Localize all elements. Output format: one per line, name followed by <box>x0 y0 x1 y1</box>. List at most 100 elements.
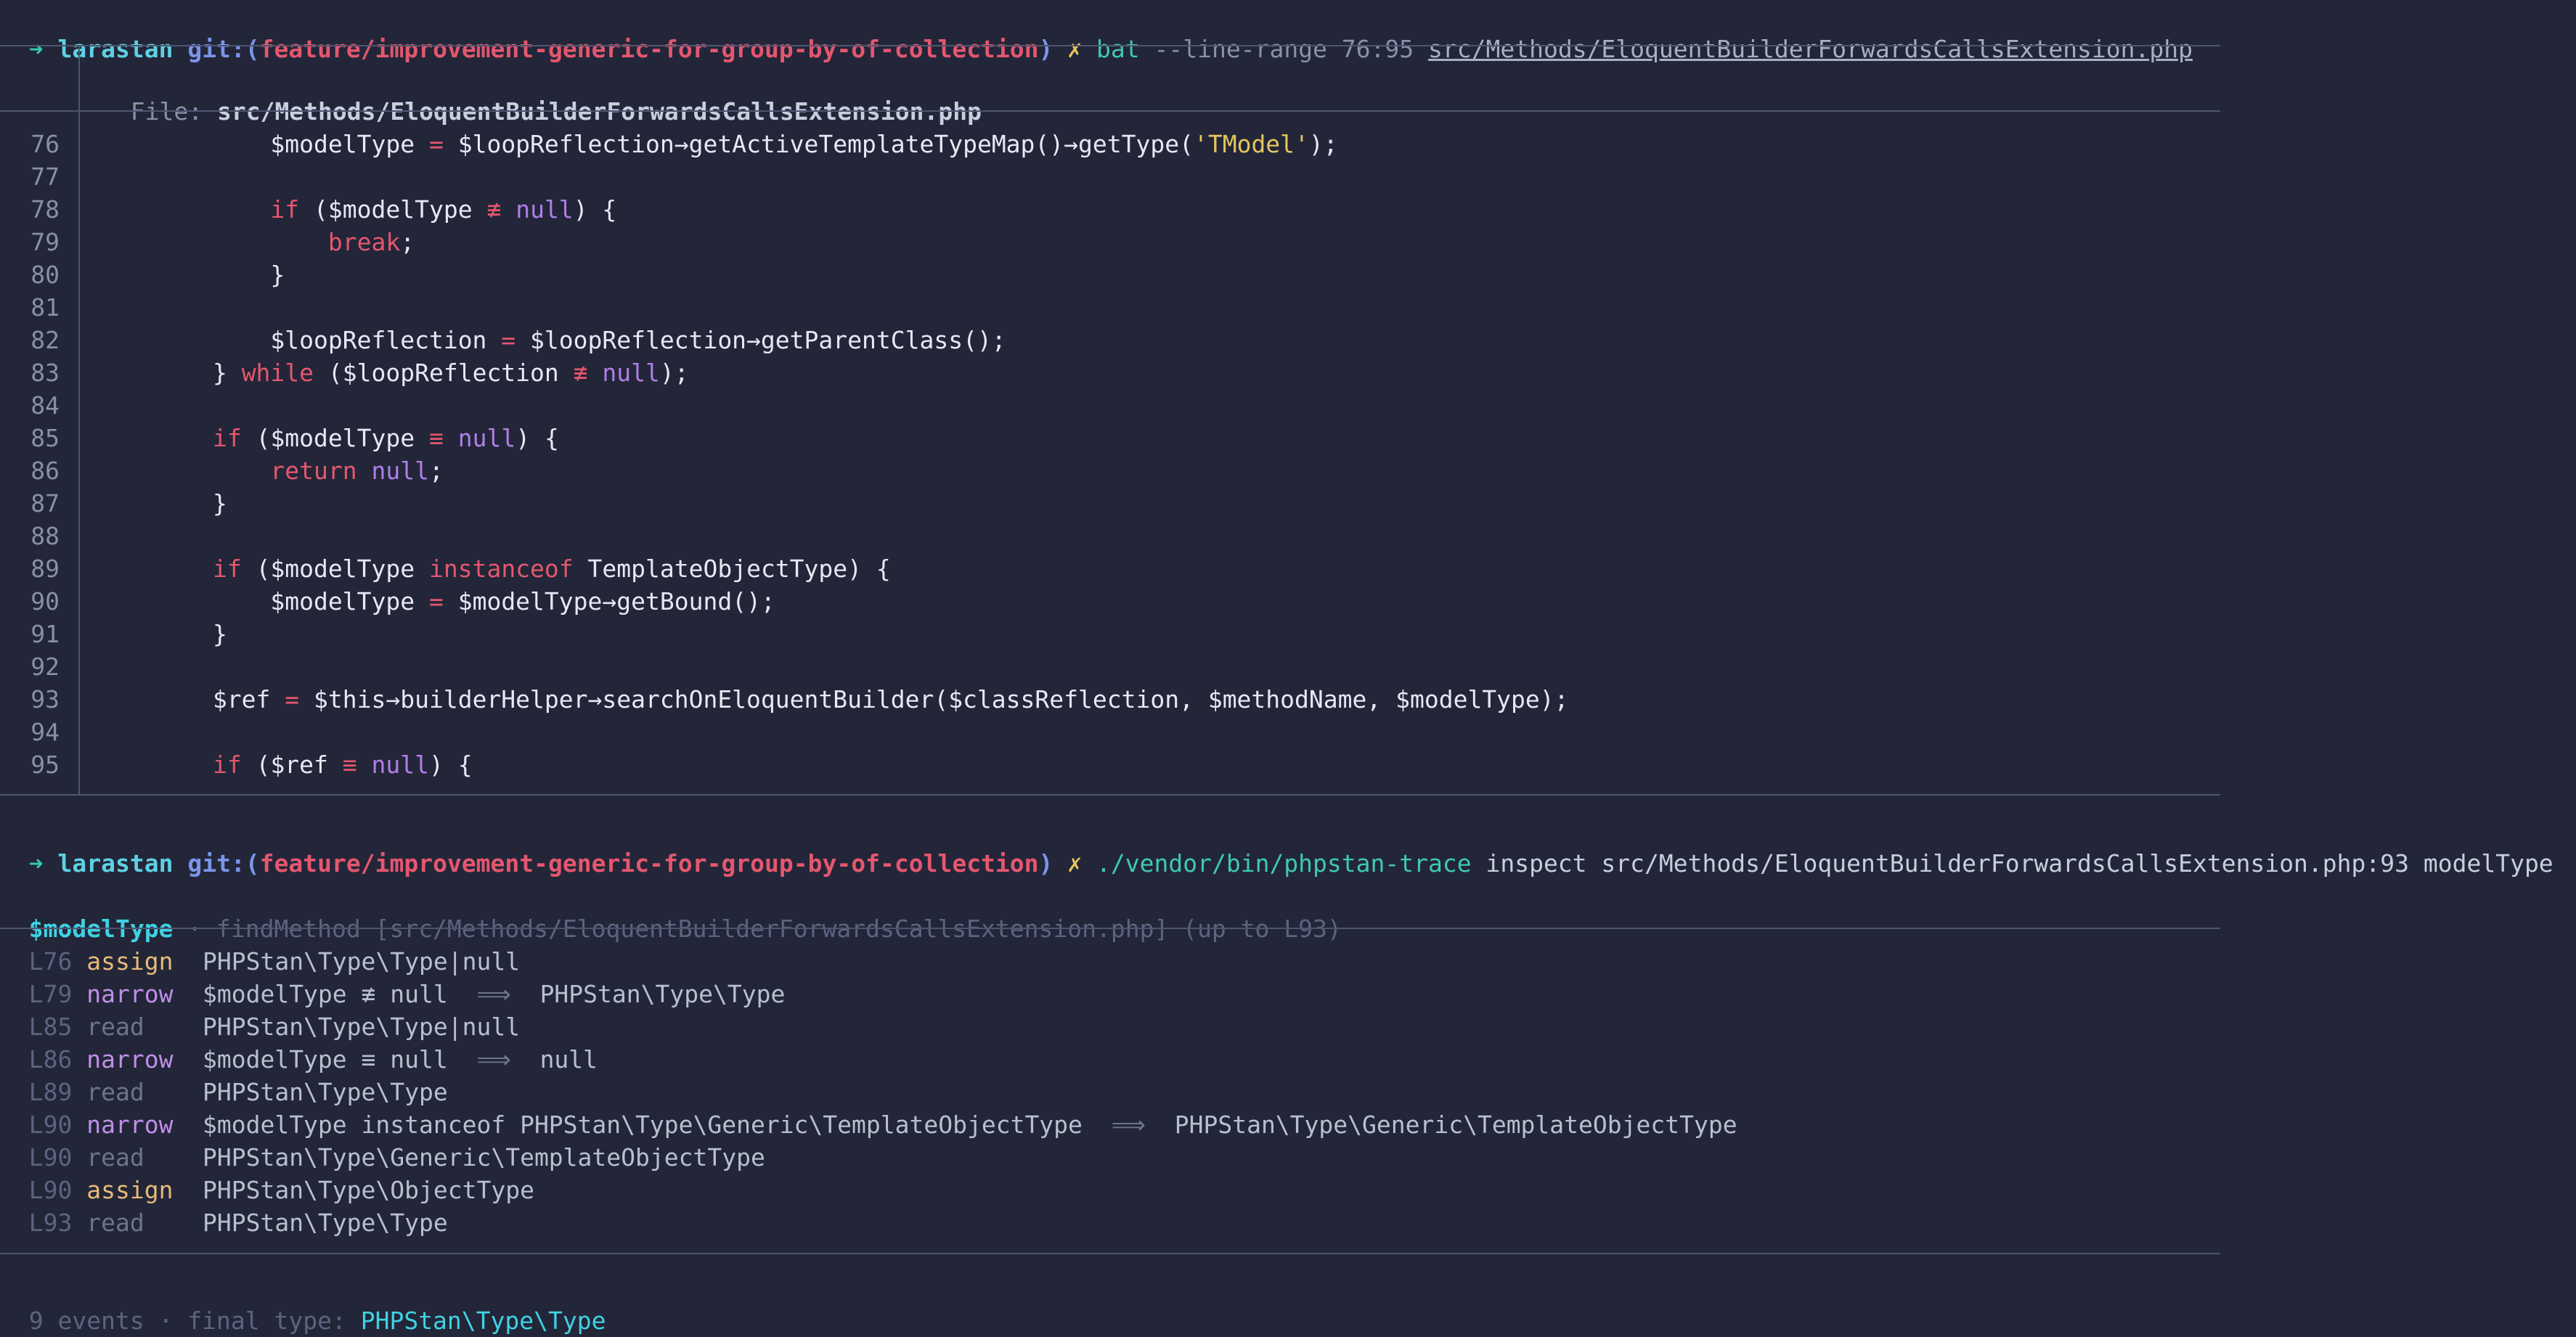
event-line: L90 <box>28 1176 73 1204</box>
event-type: PHPStan\Type\Type|null <box>202 947 521 976</box>
event-kind: narrow <box>86 1045 174 1074</box>
summary-prefix: 9 events · final type: <box>28 1307 361 1335</box>
code-token: null <box>515 195 574 224</box>
code-token: ($modelType <box>241 424 429 452</box>
git-suffix: ) <box>1038 849 1053 878</box>
final-type: PHPStan\Type\Type <box>360 1307 606 1335</box>
code-line: } <box>97 258 285 291</box>
code-line: if ($ref ≡ null) { <box>97 748 473 781</box>
repo-name: larastan <box>57 849 174 878</box>
line-number: 94 <box>30 718 60 746</box>
git-branch: feature/improvement-generic-for-group-by… <box>259 35 1039 63</box>
trace-top-border <box>0 928 2220 929</box>
code-token: = <box>428 587 444 616</box>
git-prefix: git:( <box>187 35 260 63</box>
command-path-link[interactable]: src/Methods/EloquentBuilderForwardsCalls… <box>1428 35 2193 63</box>
code-token: while <box>241 359 314 387</box>
event-type: $modelType ≡ null <box>202 1045 448 1074</box>
trace-header: $modelType · findMethod [src/Methods/Elo… <box>0 880 1342 943</box>
code-token: null <box>602 359 660 387</box>
code-token: ≡ <box>428 424 444 452</box>
event-type: PHPStan\Type\Type <box>202 1209 448 1237</box>
code-line: $loopReflection = $loopReflection→getPar… <box>97 324 1006 356</box>
event-line: L79 <box>28 980 73 1008</box>
code-token: TemplateObjectType) { <box>573 555 891 583</box>
event-type: $modelType ≢ null <box>202 980 448 1008</box>
prompt-arrow-icon: ➜ <box>28 35 44 63</box>
code-token: } <box>97 261 285 289</box>
line-number: 86 <box>30 457 60 485</box>
code-token: $loopReflection→getParentClass(); <box>515 326 1006 354</box>
command-args: inspect src/Methods/EloquentBuilderForwa… <box>1485 849 2553 878</box>
narrow-arrow-icon: ⟹ <box>1111 1111 1146 1139</box>
code-token: ) { <box>573 195 617 224</box>
code-token: $loopReflection→getActiveTemplateTypeMap… <box>443 130 1194 158</box>
event-result: PHPStan\Type\Type <box>539 980 786 1008</box>
code-token: } <box>97 620 227 648</box>
code-token: null <box>457 424 516 452</box>
line-number: 84 <box>30 391 60 420</box>
line-number: 95 <box>30 751 60 779</box>
bat-top-border <box>0 45 2220 46</box>
event-type: PHPStan\Type\Type|null <box>202 1013 521 1041</box>
line-number: 80 <box>30 261 60 289</box>
event-line: L90 <box>28 1111 73 1139</box>
event-type: $modelType instanceof PHPStan\Type\Gener… <box>202 1111 1083 1139</box>
code-token: ) { <box>515 424 559 452</box>
event-line: L86 <box>28 1045 73 1074</box>
trace-bottom-border <box>0 1253 2220 1254</box>
line-number: 92 <box>30 653 60 681</box>
line-number: 88 <box>30 522 60 550</box>
trace-event-row: L90 narrow $modelType instanceof PHPStan… <box>0 1108 1737 1141</box>
prompt-line-bat: ➜ larastan git:(feature/improvement-gene… <box>0 0 2193 63</box>
code-token: break <box>327 228 401 256</box>
code-token: ) { <box>429 751 473 779</box>
code-token: ($loopReflection <box>314 359 574 387</box>
line-number: 90 <box>30 587 60 616</box>
narrow-arrow-icon: ⟹ <box>476 980 511 1008</box>
event-type: PHPStan\Type\Generic\TemplateObjectType <box>202 1143 765 1172</box>
code-token: ); <box>659 359 689 387</box>
code-line: } <box>97 487 227 520</box>
command: ./vendor/bin/phpstan-trace <box>1096 849 1472 878</box>
line-number: 82 <box>30 326 60 354</box>
code-token: ≡ <box>342 751 357 779</box>
code-token: null <box>371 457 429 485</box>
code-token: ($modelType <box>241 555 429 583</box>
code-line: $modelType = $modelType→getBound(); <box>97 585 775 618</box>
event-kind: read <box>86 1013 144 1041</box>
code-line: $modelType = $loopReflection→getActiveTe… <box>97 128 1338 160</box>
command: bat <box>1096 35 1140 63</box>
event-type: PHPStan\Type\ObjectType <box>202 1176 534 1204</box>
line-number: 76 <box>30 130 60 158</box>
bat-header-border <box>0 110 2220 112</box>
code-token: = <box>501 326 516 354</box>
event-line: L93 <box>28 1209 73 1237</box>
trace-summary: 9 events · final type: PHPStan\Type\Type <box>0 1272 606 1335</box>
bat-header-gutter-border <box>78 45 80 110</box>
git-suffix: ) <box>1038 35 1053 63</box>
code-token: ($ref <box>241 751 343 779</box>
event-result: null <box>539 1045 598 1074</box>
event-kind: assign <box>86 947 174 976</box>
event-kind: read <box>86 1078 144 1106</box>
code-token: 'TModel' <box>1193 130 1309 158</box>
prompt-arrow-icon: ➜ <box>28 849 44 878</box>
code-token: ≢ <box>573 359 588 387</box>
code-token: = <box>285 685 300 714</box>
code-token: ≢ <box>486 195 502 224</box>
code-token: return <box>270 457 357 485</box>
code-token: ); <box>1308 130 1338 158</box>
code-line: } <box>97 618 227 650</box>
code-token: if <box>212 555 242 583</box>
line-number: 81 <box>30 293 60 322</box>
code-token: ; <box>400 228 415 256</box>
